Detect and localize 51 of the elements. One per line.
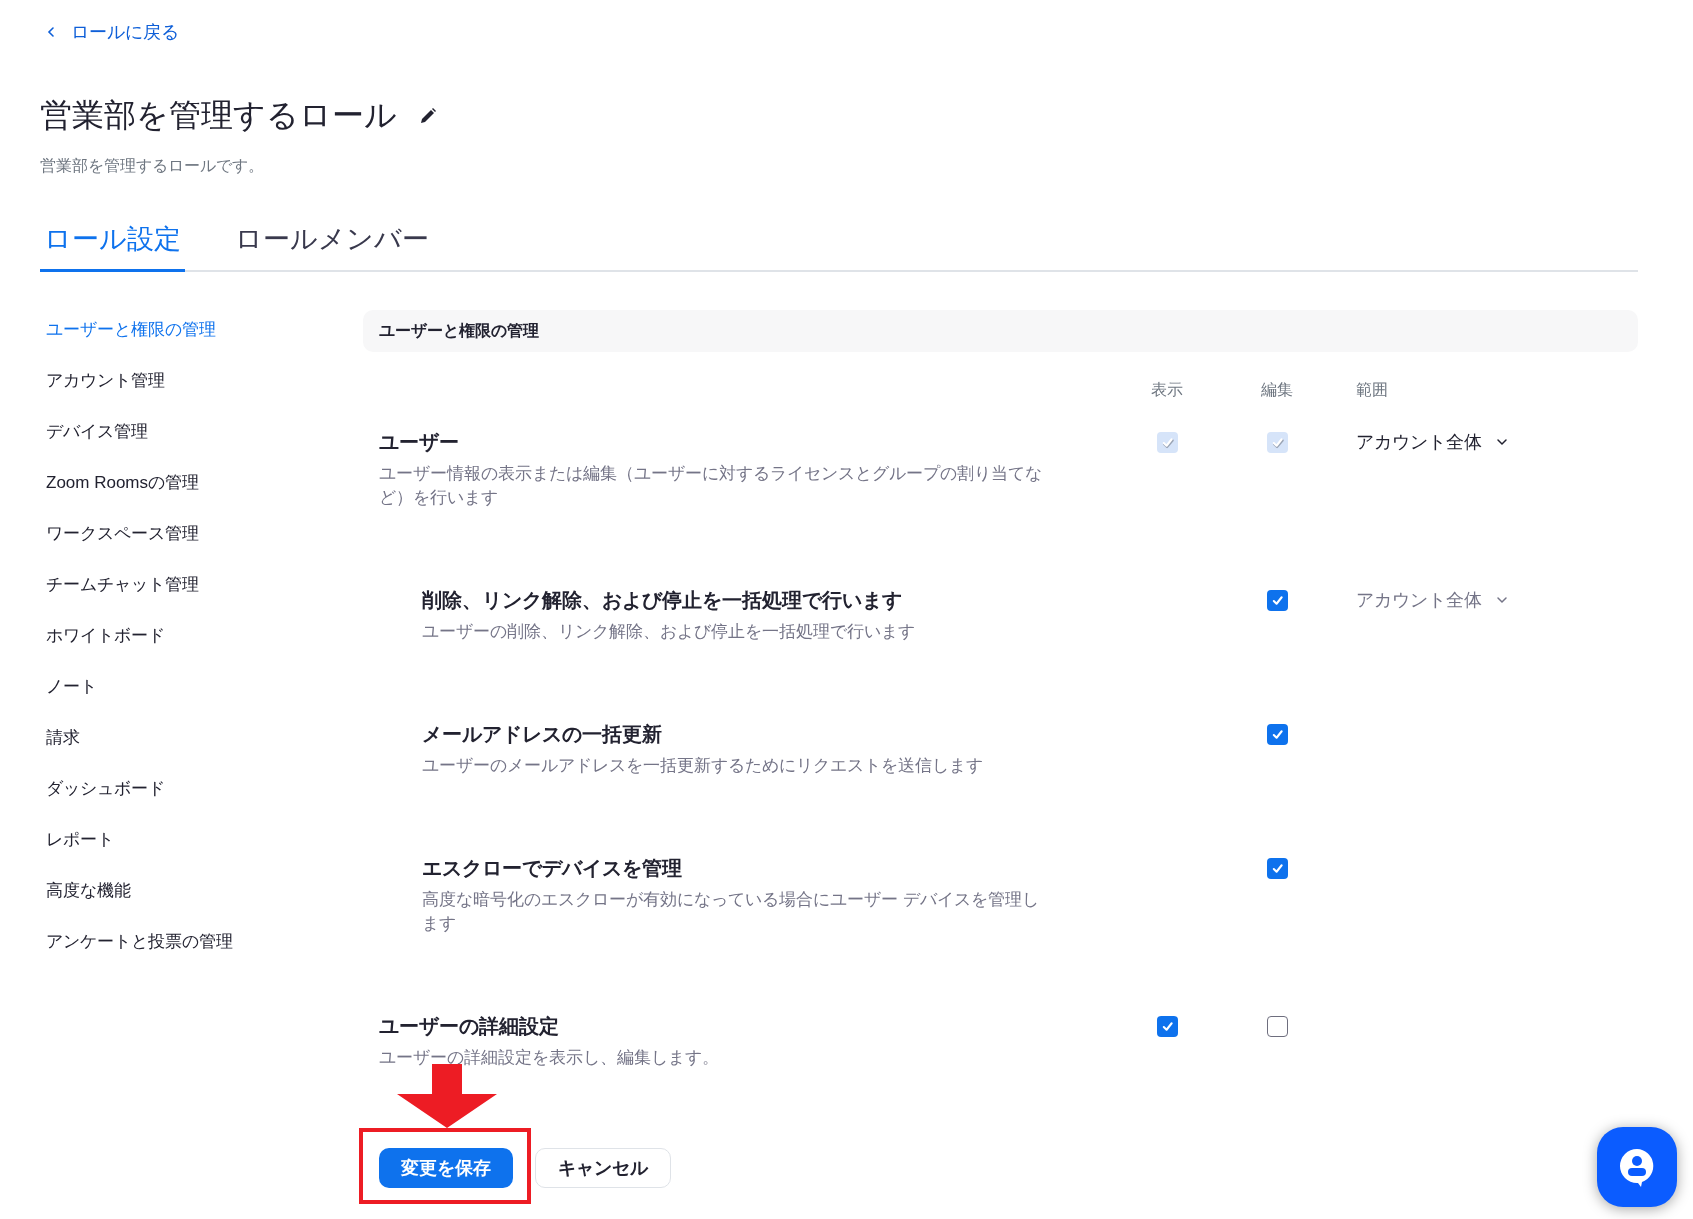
permission-title: 削除、リンク解除、および停止を一括処理で行います (422, 588, 903, 612)
checkbox[interactable] (1156, 1016, 1178, 1037)
checkbox[interactable] (1266, 724, 1288, 745)
check-icon (1270, 436, 1284, 449)
page-title: 営業部を管理するロール (40, 96, 397, 135)
column-header: 編集 (1260, 379, 1294, 400)
checkbox[interactable] (1266, 858, 1288, 879)
permission-description: 高度な暗号化のエスクローが有効になっている場合にユーザー デバイスを管理します (422, 889, 1040, 935)
permission-title: エスクローでデバイスを管理 (422, 856, 683, 880)
sidebar-item[interactable]: アンケートと投票の管理 (40, 916, 363, 967)
pencil-icon[interactable] (419, 107, 437, 125)
sidebar-item[interactable]: デバイス管理 (40, 406, 363, 457)
check-icon (1270, 862, 1284, 875)
page-subtitle: 営業部を管理するロールです。 (40, 156, 265, 176)
permission-description: ユーザーの削除、リンク解除、および停止を一括処理で行います (422, 621, 916, 643)
permission-title: メールアドレスの一括更新 (422, 722, 663, 746)
sidebar-item[interactable]: 請求 (40, 712, 363, 763)
sidebar-item[interactable]: 高度な機能 (40, 865, 363, 916)
sidebar-item[interactable]: Zoom Roomsの管理 (40, 457, 363, 508)
permission-description: ユーザー情報の表示または編集（ユーザーに対するライセンスとグループの割り当てなど）を行います (379, 463, 1042, 509)
sidebar-item[interactable]: アカウント管理 (40, 355, 363, 406)
check-icon (1160, 1020, 1174, 1033)
sidebar-item[interactable]: レポート (40, 814, 363, 865)
permission-title: ユーザーの詳細設定 (379, 1014, 560, 1038)
chevron-down-icon (1496, 436, 1508, 448)
section-header: ユーザーと権限の管理 (363, 310, 1638, 352)
permission-description: ユーザーのメールアドレスを一括更新するためにリクエストを送信します (422, 755, 984, 777)
column-header: 表示 (1150, 379, 1184, 400)
cancel-button[interactable]: キャンセル (535, 1148, 671, 1188)
scope-dropdown[interactable]: アカウント全体 (1356, 430, 1508, 454)
checkbox[interactable] (1266, 590, 1288, 611)
chevron-left-icon (45, 26, 57, 38)
sidebar-item[interactable]: ユーザーと権限の管理 (40, 304, 363, 355)
save-button[interactable]: 変更を保存 (379, 1148, 513, 1188)
sidebar-item[interactable]: チームチャット管理 (40, 559, 363, 610)
permission-title: ユーザー (379, 430, 460, 454)
sidebar-item[interactable]: ノート (40, 661, 363, 712)
sidebar-item[interactable]: ホワイトボード (40, 610, 363, 661)
checkbox[interactable] (1266, 1016, 1288, 1037)
chat-button[interactable] (1597, 1127, 1677, 1207)
column-header: 範囲 (1356, 379, 1389, 400)
check-icon (1160, 436, 1174, 449)
tab[interactable]: ロール設定 (40, 221, 185, 272)
back-link[interactable]: ロールに戻る (45, 20, 179, 44)
permission-description: ユーザーの詳細設定を表示し、編集します。 (379, 1047, 720, 1069)
tab[interactable]: ロールメンバー (231, 221, 433, 272)
chevron-down-icon (1496, 594, 1508, 606)
check-icon (1270, 594, 1284, 607)
sidebar-item[interactable]: ワークスペース管理 (40, 508, 363, 559)
sidebar-item[interactable]: ダッシュボード (40, 763, 363, 814)
check-icon (1270, 728, 1284, 741)
